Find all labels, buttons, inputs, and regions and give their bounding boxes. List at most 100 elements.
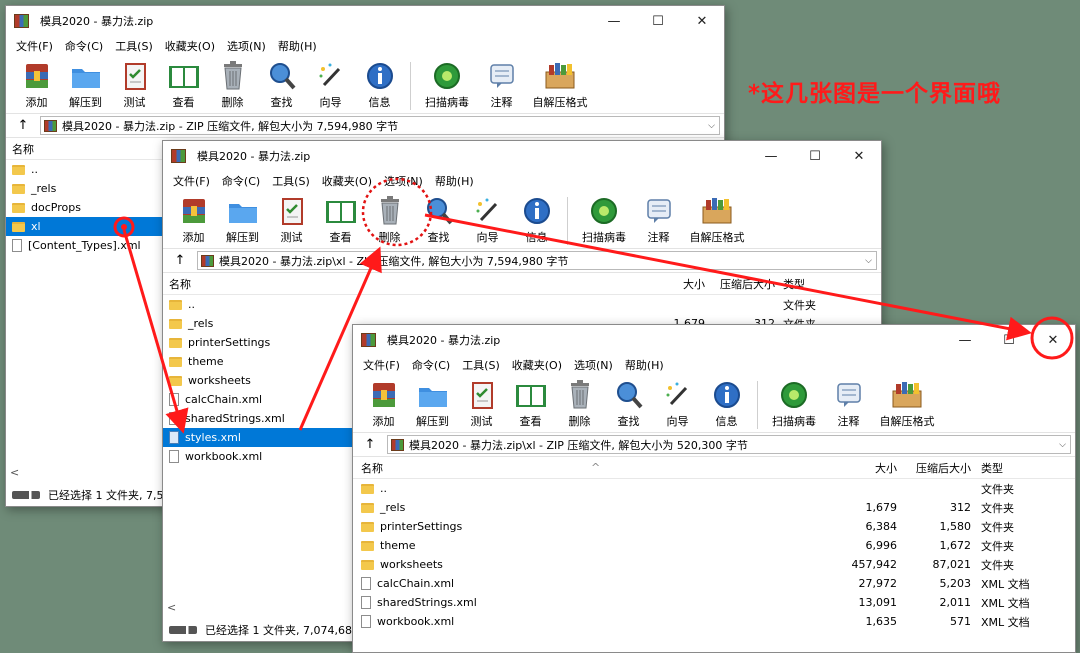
file-row[interactable]: workbook.xml 1,635 571 XML 文档	[353, 612, 1075, 631]
minimize-button[interactable]: —	[592, 6, 636, 36]
maximize-button[interactable]: ☐	[987, 325, 1031, 355]
menu-item-2[interactable]: 工具(S)	[109, 38, 159, 54]
toolbar-button-wizard[interactable]: 向导	[306, 60, 355, 110]
chevron-down-icon[interactable]: ⌵	[704, 121, 719, 131]
file-row[interactable]: docProps	[6, 198, 162, 217]
menu-item-4[interactable]: 选项(N)	[568, 357, 619, 373]
toolbar-button-virus-scan[interactable]: 扫描病毒	[417, 60, 477, 110]
toolbar-button-view[interactable]: 查看	[159, 60, 208, 110]
menu-item-5[interactable]: 帮助(H)	[272, 38, 323, 54]
toolbar-button-wizard[interactable]: 向导	[653, 379, 702, 429]
toolbar-button-sfx[interactable]: 自解压格式	[873, 379, 941, 429]
toolbar-button-add[interactable]: 添加	[169, 195, 218, 245]
chevron-down-icon[interactable]: ⌵	[1055, 440, 1070, 450]
up-one-level-button[interactable]: ↑	[163, 253, 197, 268]
menu-item-1[interactable]: 命令(C)	[59, 38, 109, 54]
toolbar-button-virus-scan[interactable]: 扫描病毒	[574, 195, 634, 245]
toolbar-button-add[interactable]: 添加	[359, 379, 408, 429]
file-size: 1,635	[865, 615, 898, 628]
menu-item-4[interactable]: 选项(N)	[221, 38, 272, 54]
column-header-type[interactable]: 类型	[971, 460, 1003, 476]
menu-item-0[interactable]: 文件(F)	[167, 173, 216, 189]
file-row[interactable]: _rels 1,679 312 文件夹	[353, 498, 1075, 517]
toolbar-button-info[interactable]: 信息	[702, 379, 751, 429]
toolbar-button-find[interactable]: 查找	[414, 195, 463, 245]
menu-item-1[interactable]: 命令(C)	[406, 357, 456, 373]
toolbar-button-wizard[interactable]: 向导	[463, 195, 512, 245]
toolbar-button-comment[interactable]: 注释	[634, 195, 683, 245]
column-header-packed[interactable]: 压缩后大小	[705, 276, 775, 292]
file-row[interactable]: xl	[6, 217, 162, 236]
menu-item-2[interactable]: 工具(S)	[456, 357, 506, 373]
toolbar-button-test[interactable]: 测试	[457, 379, 506, 429]
menu-item-5[interactable]: 帮助(H)	[619, 357, 670, 373]
column-header-packed[interactable]: 压缩后大小	[897, 460, 971, 476]
file-row[interactable]: .. 文件夹	[353, 479, 1075, 498]
menu-item-5[interactable]: 帮助(H)	[429, 173, 480, 189]
address-bar[interactable]: 模具2020 - 暴力法.zip\xl - ZIP 压缩文件, 解包大小为 7,…	[197, 251, 877, 270]
menu-item-3[interactable]: 收藏夹(O)	[159, 38, 221, 54]
toolbar-button-view[interactable]: 查看	[316, 195, 365, 245]
address-bar[interactable]: 模具2020 - 暴力法.zip\xl - ZIP 压缩文件, 解包大小为 52…	[387, 435, 1071, 454]
toolbar-button-extract[interactable]: 解压到	[61, 60, 110, 110]
toolbar-button-add[interactable]: 添加	[12, 60, 61, 110]
file-row[interactable]: worksheets 457,942 87,021 文件夹	[353, 555, 1075, 574]
menu-item-3[interactable]: 收藏夹(O)	[506, 357, 568, 373]
column-header-name[interactable]: 名称	[361, 460, 591, 476]
column-header-type[interactable]: 类型	[775, 276, 805, 292]
toolbar-button-find[interactable]: 查找	[604, 379, 653, 429]
menu-item-4[interactable]: 选项(N)	[378, 173, 429, 189]
address-row: ↑ 模具2020 - 暴力法.zip\xl - ZIP 压缩文件, 解包大小为 7…	[163, 249, 881, 273]
column-header-name[interactable]: 名称	[169, 276, 629, 292]
column-header-name[interactable]: 名称	[12, 141, 34, 157]
menu-item-2[interactable]: 工具(S)	[266, 173, 316, 189]
toolbar-button-delete[interactable]: 删除	[555, 379, 604, 429]
maximize-button[interactable]: ☐	[636, 6, 680, 36]
file-name-text: calcChain.xml	[185, 393, 263, 406]
chevron-down-icon[interactable]: ⌵	[861, 256, 876, 266]
toolbar-button-delete[interactable]: 删除	[365, 195, 414, 245]
minimize-button[interactable]: —	[749, 141, 793, 171]
horizontal-scrollbar[interactable]: <	[6, 466, 19, 482]
close-button[interactable]: ✕	[680, 6, 724, 36]
horizontal-scrollbar[interactable]: <	[163, 601, 176, 617]
toolbar-button-extract[interactable]: 解压到	[218, 195, 267, 245]
file-row[interactable]: [Content_Types].xml	[6, 236, 162, 255]
minimize-button[interactable]: —	[943, 325, 987, 355]
up-one-level-button[interactable]: ↑	[353, 437, 387, 452]
toolbar-button-sfx[interactable]: 自解压格式	[526, 60, 594, 110]
file-row[interactable]: sharedStrings.xml 13,091 2,011 XML 文档	[353, 593, 1075, 612]
file-row[interactable]: calcChain.xml 27,972 5,203 XML 文档	[353, 574, 1075, 593]
column-header-size[interactable]: 大小	[629, 276, 705, 292]
toolbar-button-view[interactable]: 查看	[506, 379, 555, 429]
toolbar-button-comment[interactable]: 注释	[477, 60, 526, 110]
menu-item-0[interactable]: 文件(F)	[357, 357, 406, 373]
address-bar[interactable]: 模具2020 - 暴力法.zip - ZIP 压缩文件, 解包大小为 7,594…	[40, 116, 720, 135]
menu-item-3[interactable]: 收藏夹(O)	[316, 173, 378, 189]
toolbar-button-info[interactable]: 信息	[512, 195, 561, 245]
file-row[interactable]: styles.xml	[163, 428, 353, 447]
toolbar-button-sfx[interactable]: 自解压格式	[683, 195, 751, 245]
toolbar-button-info[interactable]: 信息	[355, 60, 404, 110]
close-button[interactable]: ✕	[837, 141, 881, 171]
toolbar-button-delete[interactable]: 删除	[208, 60, 257, 110]
menu-item-0[interactable]: 文件(F)	[10, 38, 59, 54]
toolbar-button-virus-scan[interactable]: 扫描病毒	[764, 379, 824, 429]
menu-item-1[interactable]: 命令(C)	[216, 173, 266, 189]
toolbar-button-test[interactable]: 测试	[267, 195, 316, 245]
column-header-size[interactable]: 大小	[831, 460, 897, 476]
file-row[interactable]: ..	[6, 160, 162, 179]
toolbar-button-extract[interactable]: 解压到	[408, 379, 457, 429]
maximize-button[interactable]: ☐	[793, 141, 837, 171]
file-name: workbook.xml	[361, 615, 831, 628]
toolbar-button-test[interactable]: 测试	[110, 60, 159, 110]
file-row[interactable]: _rels	[6, 179, 162, 198]
close-button[interactable]: ✕	[1031, 325, 1075, 355]
up-one-level-button[interactable]: ↑	[6, 118, 40, 133]
file-row[interactable]: .. 文件夹	[163, 295, 879, 314]
file-row[interactable]: printerSettings 6,384 1,580 文件夹	[353, 517, 1075, 536]
file-row[interactable]: theme 6,996 1,672 文件夹	[353, 536, 1075, 555]
toolbar-button-find[interactable]: 查找	[257, 60, 306, 110]
file-name-text: [Content_Types].xml	[28, 239, 141, 252]
toolbar-button-comment[interactable]: 注释	[824, 379, 873, 429]
